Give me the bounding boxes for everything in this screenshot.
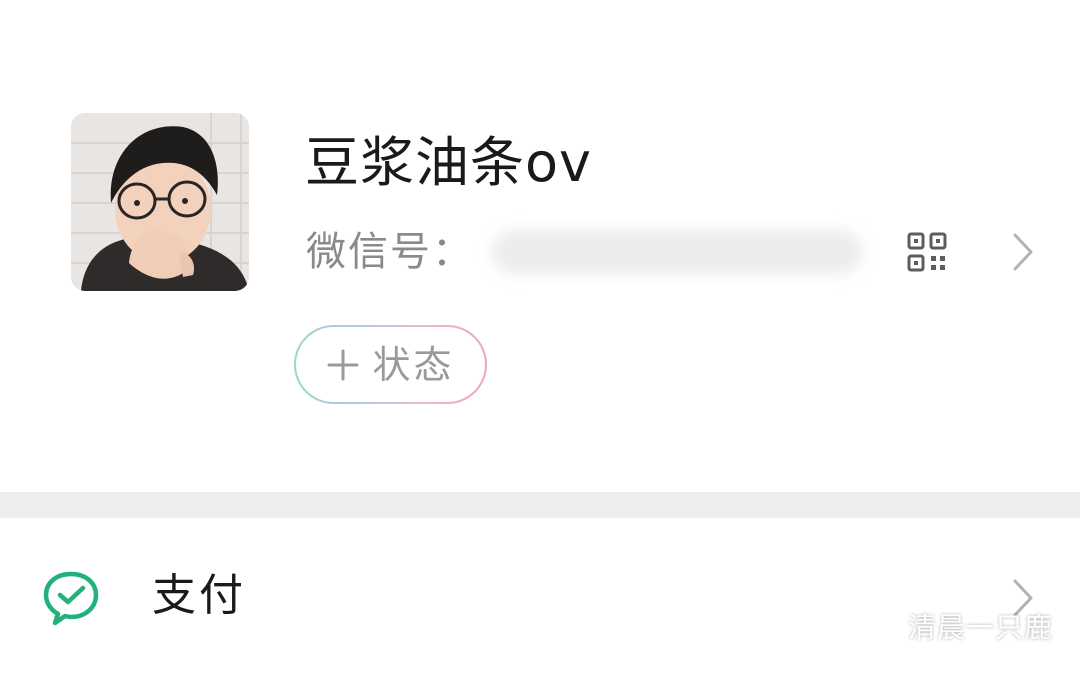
- avatar[interactable]: [71, 113, 249, 291]
- plus-icon: [327, 349, 359, 380]
- status-button-inner: 状态: [296, 327, 485, 402]
- wechat-id-label: 微信号：: [306, 229, 474, 275]
- status-label: 状态: [372, 342, 455, 387]
- chevron-right-icon[interactable]: [1010, 230, 1036, 274]
- wechat-official-account-icon: [859, 610, 897, 640]
- profile-header[interactable]: 豆浆油条ov 微信号： 状态: [0, 0, 1080, 492]
- menu-item-pay[interactable]: 支付: [0, 518, 1080, 674]
- nickname: 豆浆油条ov: [305, 131, 592, 194]
- wechat-pay-icon: [43, 571, 99, 626]
- wechat-id-value-blurred: [492, 230, 862, 274]
- section-divider: [0, 492, 1080, 518]
- watermark-text: 清晨一只鹿: [908, 611, 1054, 644]
- add-status-button[interactable]: 状态: [294, 325, 487, 404]
- qr-code-icon[interactable]: [906, 231, 948, 273]
- avatar-photo: [71, 113, 249, 291]
- watermark: 清晨一只鹿: [858, 606, 1053, 646]
- menu-item-pay-label: 支付: [152, 570, 246, 621]
